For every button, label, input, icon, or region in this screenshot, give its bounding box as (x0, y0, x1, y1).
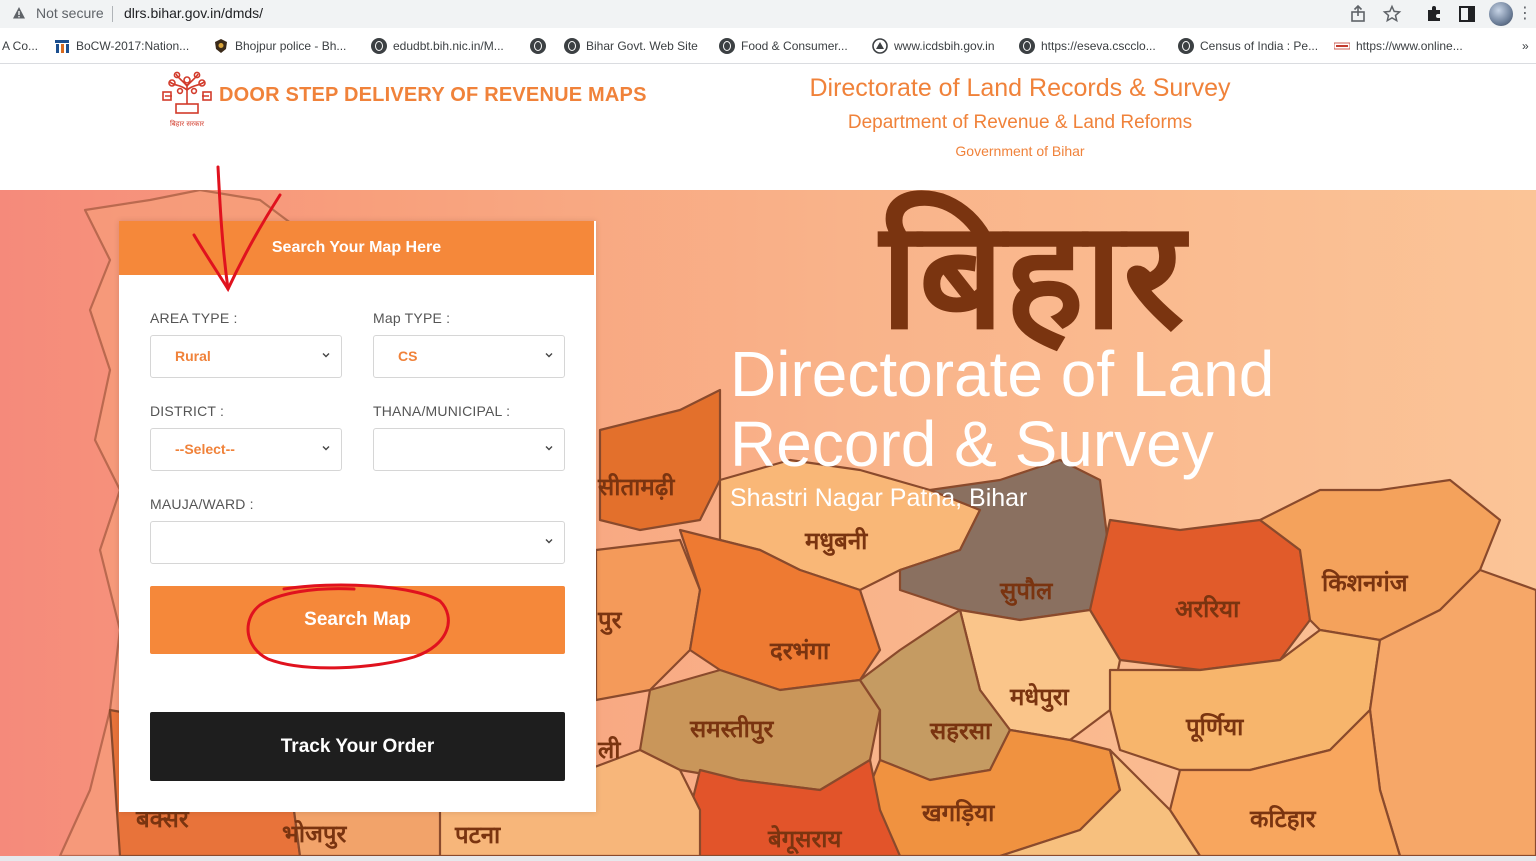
government-name: Government of Bihar (955, 143, 1085, 159)
district-label: DISTRICT : (150, 403, 225, 419)
address-bar[interactable]: Not secure dlrs.bihar.gov.in/dmds/ (0, 0, 1410, 28)
track-order-button[interactable]: Track Your Order (150, 712, 565, 781)
icds-logo-icon (872, 38, 888, 54)
side-panel-icon[interactable] (1457, 4, 1477, 24)
department-name: Department of Revenue & Land Reforms (847, 112, 1193, 133)
more-menu-icon[interactable]: ⋮ (1517, 4, 1533, 24)
globe-icon (1019, 38, 1035, 54)
thana-municipal-select[interactable] (373, 428, 565, 471)
area-type-select[interactable]: Rural (150, 335, 342, 378)
chevron-down-icon (545, 353, 553, 358)
site-title: DOOR STEP DELIVERY OF REVENUE MAPS (219, 84, 647, 106)
district-label: ली (598, 735, 621, 764)
mauja-ward-select[interactable] (150, 521, 565, 564)
police-badge-icon (215, 39, 227, 53)
globe-icon (719, 38, 735, 54)
site-header: बिहार सरकार DOOR STEP DELIVERY OF REVENU… (0, 64, 1536, 190)
hero-subtitle: Shastri Nagar Patna, Bihar (730, 484, 1028, 512)
bihar-emblem-logo: बिहार सरकार (162, 71, 212, 128)
url-text[interactable]: dlrs.bihar.gov.in/dmds/ (124, 5, 263, 21)
hero-title-line2: Record & Survey (730, 408, 1214, 480)
browser-toolbar: Not secure dlrs.bihar.gov.in/dmds/ ⋮ (0, 0, 1536, 28)
globe-icon (1178, 38, 1194, 54)
address-divider (112, 6, 113, 22)
globe-icon (530, 38, 546, 54)
extensions-icon[interactable] (1424, 4, 1444, 24)
district-label: दरभंगा (770, 636, 830, 665)
area-type-label: AREA TYPE : (150, 310, 238, 326)
nsdl-logo-icon (1334, 42, 1350, 50)
map-type-select[interactable]: CS (373, 335, 565, 378)
track-order-button-label: Track Your Order (280, 735, 435, 757)
thana-municipal-label: THANA/MUNICIPAL : (373, 403, 511, 419)
district-select[interactable]: --Select-- (150, 428, 342, 471)
security-status[interactable]: Not secure (36, 5, 104, 21)
hero-state-name: बिहार (880, 190, 1185, 363)
bookmarks-overflow-icon[interactable]: » (1522, 38, 1536, 54)
search-map-button[interactable]: Search Map (150, 586, 565, 654)
bookmark-star-icon[interactable] (1382, 4, 1402, 24)
map-region-sitamarhi (598, 388, 722, 532)
district-value: --Select-- (175, 441, 235, 457)
district-label: पटना (455, 820, 501, 849)
district-label: समस्तीपुर (690, 714, 774, 743)
district-label: बेगूसराय (768, 824, 842, 853)
emblem-caption: बिहार सरकार (170, 119, 204, 128)
hero-title-line1: Directorate of Land (730, 338, 1275, 410)
chevron-down-icon (545, 446, 553, 451)
district-label: सहरसा (930, 716, 992, 745)
district-label: सीतामढ़ी (598, 472, 675, 501)
map-search-panel: Search Your Map Here AREA TYPE : Rural M… (119, 221, 596, 812)
globe-icon (564, 38, 580, 54)
district-label: मधुबनी (805, 526, 868, 555)
profile-avatar[interactable] (1489, 2, 1513, 26)
district-label: किशनगंज (1322, 568, 1408, 597)
directorate-name: Directorate of Land Records & Survey (809, 74, 1231, 102)
chevron-down-icon (322, 353, 330, 358)
chevron-down-icon (545, 539, 553, 544)
building-icon (55, 40, 69, 53)
warning-icon[interactable] (12, 6, 26, 20)
map-type-value: CS (398, 348, 418, 364)
district-label: अररिया (1175, 594, 1240, 623)
district-label: पुर (598, 605, 622, 634)
bookmarks-bar: A Co... BoCW-2017:Nation... Bhojpur poli… (0, 28, 1536, 64)
globe-icon (371, 38, 387, 54)
chevron-down-icon (322, 446, 330, 451)
district-label: खगड़िया (922, 798, 995, 827)
district-label: सुपौल (1000, 576, 1053, 605)
district-label: कटिहार (1250, 804, 1316, 833)
page-bottom-strip (0, 856, 1536, 861)
mauja-ward-label: MAUJA/WARD : (150, 496, 254, 512)
district-label: मधेपुरा (1010, 682, 1069, 711)
share-icon[interactable] (1348, 4, 1368, 24)
district-label: पूर्णिया (1186, 712, 1244, 741)
search-map-button-label: Search Map (304, 609, 411, 630)
map-type-label: Map TYPE : (373, 310, 451, 326)
area-type-value: Rural (175, 348, 211, 364)
district-label: भोजपुर (282, 819, 347, 848)
panel-header: Search Your Map Here (119, 221, 594, 275)
panel-title: Search Your Map Here (271, 239, 442, 256)
